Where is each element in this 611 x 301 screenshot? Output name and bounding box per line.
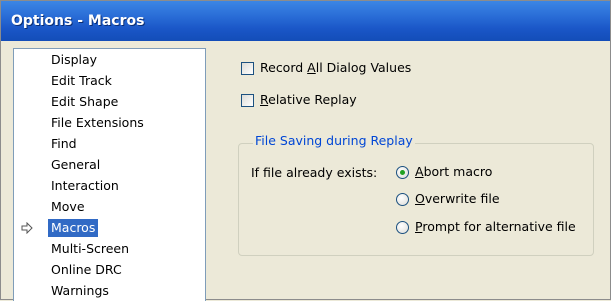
record-all-dialog-values-checkbox[interactable] bbox=[241, 62, 254, 75]
relative-replay-checkbox[interactable] bbox=[241, 94, 254, 107]
overwrite-file-radio[interactable] bbox=[396, 193, 409, 206]
if-file-exists-label: If file already exists: bbox=[251, 165, 378, 180]
prompt-alternative-file-radio[interactable] bbox=[396, 221, 409, 234]
relative-replay-label[interactable]: Relative Replay bbox=[260, 92, 357, 107]
radio-selected-dot bbox=[400, 170, 405, 175]
abort-macro-radio[interactable] bbox=[396, 166, 409, 179]
options-window: Options - Macros Display Edit Track Edit… bbox=[0, 0, 611, 301]
record-all-dialog-values-label[interactable]: Record All Dialog Values bbox=[260, 60, 411, 75]
file-saving-group-title: File Saving during Replay bbox=[253, 133, 415, 148]
options-content: Record All Dialog Values Relative Replay… bbox=[1, 1, 611, 301]
overwrite-file-label[interactable]: Overwrite file bbox=[415, 191, 500, 206]
prompt-alternative-file-label[interactable]: Prompt for alternative file bbox=[415, 219, 576, 234]
abort-macro-label[interactable]: Abort macro bbox=[415, 164, 492, 179]
